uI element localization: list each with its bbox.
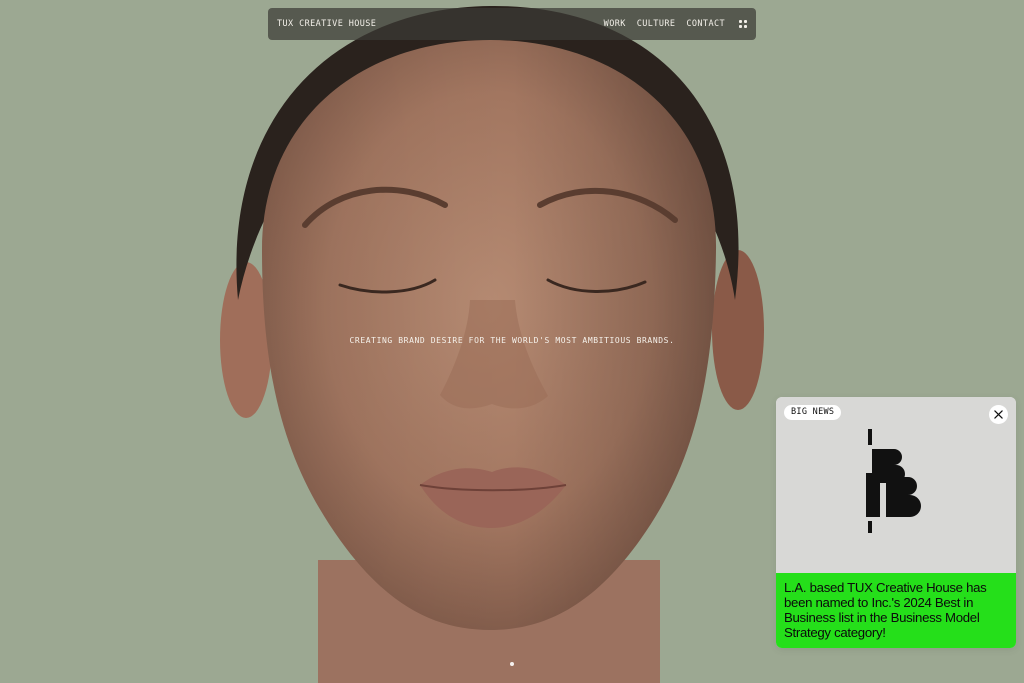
nav-links: WORK CULTURE CONTACT bbox=[604, 19, 747, 29]
brand-logo-link[interactable]: TUX CREATIVE HOUSE bbox=[277, 19, 604, 29]
award-graphic bbox=[866, 429, 921, 533]
top-navigation-bar: TUX CREATIVE HOUSE WORK CULTURE CONTACT bbox=[268, 8, 756, 40]
news-text[interactable]: L.A. based TUX Creative House has been n… bbox=[776, 573, 1016, 648]
nav-link-contact[interactable]: CONTACT bbox=[686, 19, 725, 29]
grid-dots-icon[interactable] bbox=[739, 20, 747, 28]
close-popup-button[interactable] bbox=[989, 405, 1008, 424]
news-badge: BIG NEWS bbox=[784, 405, 842, 420]
nav-link-work[interactable]: WORK bbox=[604, 19, 626, 29]
close-icon bbox=[994, 410, 1003, 419]
nav-link-culture[interactable]: CULTURE bbox=[637, 19, 676, 29]
news-popup: BIG NEWS L.A. based TUX Creative House h… bbox=[776, 397, 1016, 648]
news-media[interactable]: BIG NEWS bbox=[776, 397, 1016, 573]
hero-tagline: CREATING BRAND DESIRE FOR THE WORLD'S MO… bbox=[349, 336, 675, 345]
slide-indicator-dot[interactable] bbox=[510, 662, 514, 666]
page: TUX CREATIVE HOUSE WORK CULTURE CONTACT … bbox=[0, 0, 1024, 683]
